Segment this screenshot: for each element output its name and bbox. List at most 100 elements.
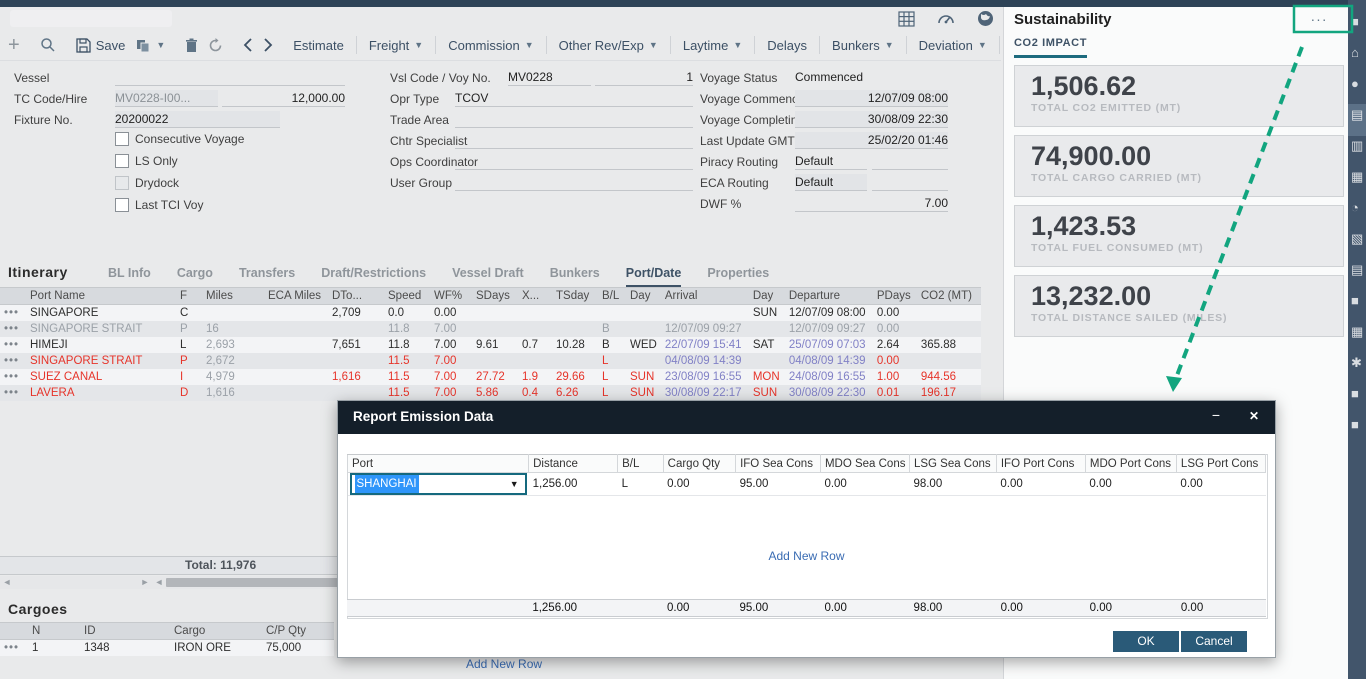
globe-icon[interactable] [977, 10, 994, 27]
voyage-commencing-field[interactable]: 12/07/09 08:00 [795, 90, 948, 107]
trade-area-field[interactable] [455, 111, 693, 128]
menu-other-rev-exp[interactable]: Other Rev/Exp▼ [559, 38, 658, 53]
menu-laytime[interactable]: Laytime▼ [683, 38, 742, 53]
menu-commission[interactable]: Commission▼ [448, 38, 533, 53]
checkbox-label: Drydock [135, 176, 179, 190]
checkbox-consecutive-voyage[interactable]: Consecutive Voyage [115, 132, 244, 146]
checkbox-ls-only[interactable]: LS Only [115, 154, 178, 168]
tab-transfers[interactable]: Transfers [239, 266, 295, 288]
tab-bunkers[interactable]: Bunkers [550, 266, 600, 288]
menu-bunkers[interactable]: Bunkers▼ [832, 38, 894, 53]
dwf-field[interactable]: 7.00 [795, 195, 948, 212]
piracy-routing-field2[interactable] [872, 153, 948, 170]
table-row[interactable]: SHANGHAI▼1,256.00L0.0095.000.0098.000.00… [348, 473, 1266, 496]
box-icon[interactable]: ■ [1351, 386, 1366, 402]
table-row[interactable]: •••SINGAPOREC2,7090.00.00SUN12/07/09 08:… [0, 305, 981, 322]
scroll-right-icon[interactable]: ► [138, 576, 152, 589]
scroll-left2-icon[interactable]: ◄ [152, 576, 166, 589]
cancel-button[interactable]: Cancel [1181, 631, 1247, 652]
tab-cargo[interactable]: Cargo [177, 266, 213, 288]
chart-icon[interactable]: ▤ [1351, 107, 1366, 123]
table-row[interactable]: 1,256.000.0095.000.0098.000.000.000.00 [347, 600, 1266, 617]
table-row[interactable]: •••11348IRON ORE75,000 [0, 640, 334, 657]
eca-routing-field[interactable]: Default [795, 174, 867, 191]
user-group-field[interactable] [455, 174, 693, 191]
refresh-icon[interactable] [208, 38, 223, 53]
column-header: WF% [430, 288, 472, 305]
box2-icon[interactable]: ■ [1351, 417, 1366, 433]
checkbox-label: Last TCI Voy [135, 198, 203, 212]
sustainability-more-button[interactable]: ··· [1299, 11, 1339, 27]
checkbox-last-tci-voy[interactable]: Last TCI Voy [115, 198, 203, 212]
row-menu-icon[interactable]: ••• [0, 385, 26, 401]
vessel-field[interactable] [115, 69, 345, 86]
tab-vessel-draft[interactable]: Vessel Draft [452, 266, 524, 288]
row-menu-icon[interactable]: ••• [0, 369, 26, 385]
close-icon[interactable]: ✕ [1249, 409, 1259, 423]
tab-draft-restrictions[interactable]: Draft/Restrictions [321, 266, 426, 288]
cell [749, 353, 785, 369]
opr-type-field[interactable]: TCOV [455, 90, 693, 107]
doc-icon[interactable]: ▦ [1351, 169, 1366, 185]
checkbox-box[interactable] [115, 198, 129, 212]
gear-icon[interactable]: ✱ [1351, 355, 1366, 371]
table-row[interactable]: •••LAVERAD1,61611.57.005.860.46.26LSUN30… [0, 385, 981, 401]
add-new-row-link[interactable]: Add New Row [466, 657, 542, 671]
clock-icon[interactable]: ◔ [1351, 200, 1366, 216]
grid-view-icon[interactable] [898, 11, 915, 27]
vsl-code-field[interactable]: MV0228 [508, 69, 591, 86]
home-icon[interactable]: ⌂ [1351, 45, 1366, 61]
table-row[interactable]: •••HIMEJIL2,6937,65111.87.009.610.710.28… [0, 337, 981, 353]
ops-coordinator-field[interactable] [455, 153, 693, 170]
row-menu-icon[interactable]: ••• [0, 321, 26, 337]
checkbox-box[interactable] [115, 132, 129, 146]
next-voyage-icon[interactable] [263, 38, 273, 52]
row-menu-icon[interactable]: ••• [0, 305, 26, 322]
piracy-routing-field[interactable]: Default [795, 153, 867, 170]
menu-delays[interactable]: Delays [767, 38, 807, 53]
checkbox-box[interactable] [115, 154, 129, 168]
fixture-field[interactable]: 20200022 [115, 111, 280, 128]
prev-voyage-icon[interactable] [243, 38, 253, 52]
menu-estimate[interactable]: Estimate [293, 38, 344, 53]
grid-icon[interactable]: ▦ [1351, 324, 1366, 340]
table-row[interactable]: •••SUEZ CANALI4,9791,61611.57.0027.721.9… [0, 369, 981, 385]
dialog-titlebar[interactable]: Report Emission Data − ✕ [338, 401, 1275, 434]
tab-port-date[interactable]: Port/Date [626, 266, 682, 288]
eca-routing-field2[interactable] [872, 174, 948, 191]
voy-no-field[interactable]: 1 [595, 69, 693, 86]
chtr-specialist-field[interactable] [455, 132, 693, 149]
delete-icon[interactable] [185, 38, 198, 53]
save-button[interactable]: Save [76, 38, 126, 53]
add-button[interactable]: + [8, 36, 20, 54]
row-menu-icon[interactable]: ••• [0, 640, 28, 657]
tab-co2-impact[interactable]: CO2 IMPACT [1014, 37, 1087, 58]
tc-hire-field[interactable]: 12,000.00 [222, 90, 345, 107]
row-menu-icon[interactable]: ••• [0, 353, 26, 369]
menu-freight[interactable]: Freight▼ [369, 38, 423, 53]
globe-icon[interactable]: ● [1351, 76, 1366, 92]
file-icon[interactable]: ▧ [1351, 231, 1366, 247]
search-icon[interactable] [40, 37, 56, 53]
list-icon[interactable]: ▤ [1351, 262, 1366, 278]
ok-button[interactable]: OK [1113, 631, 1179, 652]
cell [328, 353, 384, 369]
copy-voyage-button[interactable]: ▼ [135, 38, 165, 53]
row-menu-icon[interactable]: ••• [0, 337, 26, 353]
minimize-icon[interactable]: − [1212, 407, 1220, 423]
port-combobox[interactable]: SHANGHAI▼ [350, 473, 527, 495]
table-row[interactable]: •••SINGAPORE STRAITP1611.87.00B12/07/09 … [0, 321, 981, 337]
panel-icon[interactable]: ■ [1351, 293, 1366, 309]
report-icon[interactable]: ▥ [1351, 138, 1366, 154]
chevron-down-icon[interactable]: ▼ [510, 476, 519, 492]
tab-bl-info[interactable]: BL Info [108, 266, 151, 288]
pin-icon[interactable]: ■ [1351, 14, 1366, 30]
table-row[interactable]: •••SINGAPORE STRAITP2,67211.57.00L04/08/… [0, 353, 981, 369]
menu-deviation[interactable]: Deviation▼ [919, 38, 987, 53]
tab-properties[interactable]: Properties [707, 266, 769, 288]
dialog-add-new-row-link[interactable]: Add New Row [347, 549, 1266, 563]
voyage-completing-field[interactable]: 30/08/09 22:30 [795, 111, 948, 128]
gauge-icon[interactable] [937, 11, 955, 27]
tc-code-field[interactable]: MV0228-I00... [115, 90, 218, 107]
scroll-left-icon[interactable]: ◄ [0, 576, 14, 589]
